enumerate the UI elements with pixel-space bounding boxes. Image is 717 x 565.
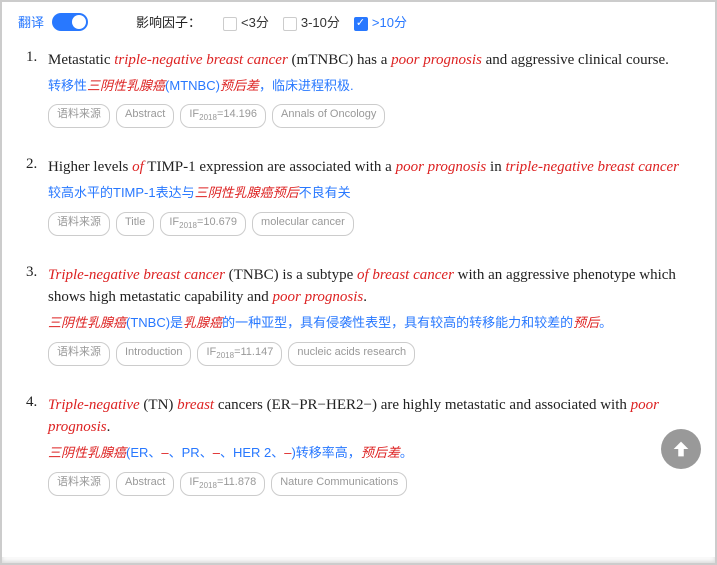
arrow-up-icon bbox=[670, 438, 692, 460]
filter-option-label[interactable]: <3分 bbox=[241, 15, 269, 30]
results-list: 1.Metastatic triple-negative breast canc… bbox=[2, 41, 715, 496]
result-number: 2. bbox=[26, 156, 46, 173]
translate-toggle[interactable] bbox=[52, 13, 88, 31]
filter-checkbox-1[interactable] bbox=[283, 17, 297, 31]
filter-checkbox-0[interactable] bbox=[223, 17, 237, 31]
tag-section[interactable]: Abstract bbox=[116, 104, 174, 128]
result-number: 4. bbox=[26, 394, 46, 411]
result-chinese: 转移性三阴性乳腺癌(MTNBC)预后差，临床进程积极. bbox=[48, 76, 691, 97]
tag-journal[interactable]: Annals of Oncology bbox=[272, 104, 385, 128]
tag-impact-factor[interactable]: IF2018=11.878 bbox=[180, 472, 265, 496]
result-english: Higher levels of TIMP-1 expression are a… bbox=[48, 156, 691, 179]
tag-impact-factor[interactable]: IF2018=11.147 bbox=[197, 342, 282, 366]
tag-source[interactable]: 语料来源 bbox=[48, 472, 110, 496]
result-item: 4.Triple-negative (TN) breast cancers (E… bbox=[26, 394, 691, 496]
result-item: 1.Metastatic triple-negative breast canc… bbox=[26, 49, 691, 128]
filter-checkbox-2[interactable] bbox=[354, 17, 368, 31]
result-chinese: 三阴性乳腺癌(TNBC)是乳腺癌的一种亚型，具有侵袭性表型，具有较高的转移能力和… bbox=[48, 313, 691, 334]
result-tags: 语料来源TitleIF2018=10.679molecular cancer bbox=[48, 212, 691, 236]
filter-bar: 翻译 影响因子： <3分 3-10分 >10分 bbox=[2, 2, 715, 41]
tag-impact-factor[interactable]: IF2018=14.196 bbox=[180, 104, 266, 128]
bottom-shadow bbox=[2, 557, 715, 563]
result-english: Triple-negative breast cancer (TNBC) is … bbox=[48, 264, 691, 309]
result-tags: 语料来源AbstractIF2018=11.878Nature Communic… bbox=[48, 472, 691, 496]
tag-source[interactable]: 语料来源 bbox=[48, 212, 110, 236]
translate-label: 翻译 bbox=[18, 12, 44, 31]
tag-journal[interactable]: molecular cancer bbox=[252, 212, 354, 236]
tag-journal[interactable]: Nature Communications bbox=[271, 472, 407, 496]
tag-section[interactable]: Introduction bbox=[116, 342, 191, 366]
result-tags: 语料来源AbstractIF2018=14.196Annals of Oncol… bbox=[48, 104, 691, 128]
result-item: 3.Triple-negative breast cancer (TNBC) i… bbox=[26, 264, 691, 366]
result-number: 1. bbox=[26, 49, 46, 66]
result-number: 3. bbox=[26, 264, 46, 281]
tag-impact-factor[interactable]: IF2018=10.679 bbox=[160, 212, 246, 236]
result-item: 2.Higher levels of TIMP-1 expression are… bbox=[26, 156, 691, 235]
result-english: Triple-negative (TN) breast cancers (ER−… bbox=[48, 394, 691, 439]
result-chinese: 三阴性乳腺癌(ER、–、PR、–、HER 2、–)转移率高，预后差。 bbox=[48, 443, 691, 464]
result-tags: 语料来源IntroductionIF2018=11.147nucleic aci… bbox=[48, 342, 691, 366]
tag-section[interactable]: Abstract bbox=[116, 472, 174, 496]
filter-option-label[interactable]: >10分 bbox=[372, 15, 407, 30]
tag-section[interactable]: Title bbox=[116, 212, 154, 236]
tag-source[interactable]: 语料来源 bbox=[48, 342, 110, 366]
result-chinese: 较高水平的TIMP-1表达与三阴性乳腺癌预后不良有关 bbox=[48, 183, 691, 204]
impact-factor-label: 影响因子： bbox=[136, 12, 201, 31]
tag-source[interactable]: 语料来源 bbox=[48, 104, 110, 128]
scroll-to-top-button[interactable] bbox=[661, 429, 701, 469]
tag-journal[interactable]: nucleic acids research bbox=[288, 342, 415, 366]
result-english: Metastatic triple-negative breast cancer… bbox=[48, 49, 691, 72]
filter-option-label[interactable]: 3-10分 bbox=[301, 15, 340, 30]
